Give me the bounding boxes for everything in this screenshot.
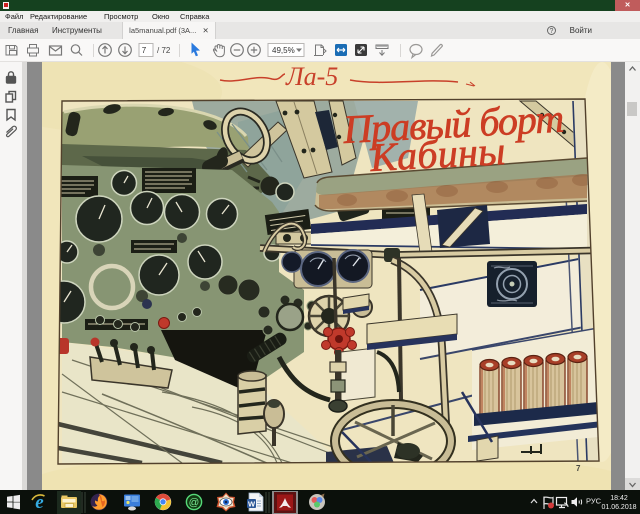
svg-text:7: 7 (142, 46, 147, 55)
svg-text:W: W (248, 499, 256, 508)
svg-text:/ 72: / 72 (157, 46, 171, 55)
svg-text:Кабины: Кабины (368, 128, 506, 180)
svg-text:18:42: 18:42 (610, 495, 628, 502)
svg-text:Ла-5: Ла-5 (285, 62, 338, 91)
svg-text:@: @ (189, 497, 200, 509)
svg-text:РУС: РУС (586, 497, 602, 506)
svg-text:7: 7 (576, 464, 581, 473)
svg-text:01.06.2018: 01.06.2018 (601, 504, 636, 511)
svg-text:49,5%: 49,5% (272, 46, 295, 55)
